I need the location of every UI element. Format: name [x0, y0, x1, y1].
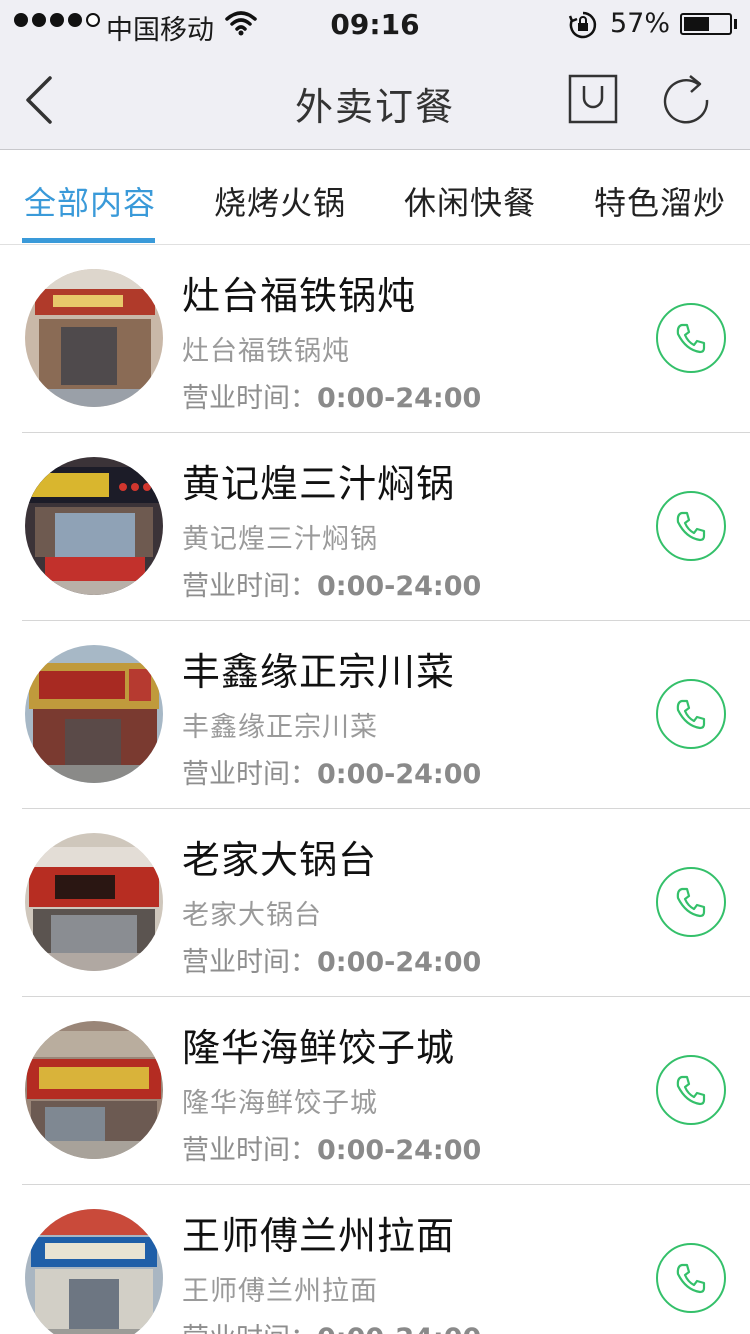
business-hours: 营业时间：0:00-24:00: [182, 1316, 481, 1334]
active-tab-indicator: [22, 238, 155, 243]
refresh-icon[interactable]: [658, 72, 714, 128]
battery-tip: [734, 19, 737, 29]
category-tabs: 全部内容 烧烤火锅 休闲快餐 特色溜炒: [0, 150, 750, 245]
restaurant-photo: [25, 1209, 163, 1334]
phone-icon: [676, 323, 706, 354]
phone-icon: [676, 1075, 706, 1106]
business-hours: 营业时间：0:00-24:00: [182, 752, 481, 791]
tab-all[interactable]: 全部内容: [24, 178, 156, 224]
phone-icon: [676, 1263, 706, 1294]
phone-call-button[interactable]: [656, 491, 726, 561]
restaurant-photo: [25, 269, 163, 407]
list-item[interactable]: 王师傅兰州拉面 王师傅兰州拉面 营业时间：0:00-24:00: [0, 1185, 750, 1334]
phone-call-button[interactable]: [656, 867, 726, 937]
page-title: 外卖订餐: [294, 85, 455, 129]
battery-icon: [680, 13, 732, 35]
hours-value: 0:00-24:00: [317, 759, 482, 790]
restaurant-subtitle: 丰鑫缘正宗川菜: [182, 712, 378, 743]
hours-label: 营业时间：: [182, 759, 317, 790]
hours-label: 营业时间：: [182, 947, 317, 978]
hours-value: 0:00-24:00: [317, 947, 482, 978]
status-bar: 中国移动 09:16 57%: [0, 0, 750, 50]
phone-icon: [676, 887, 706, 918]
phone-icon: [676, 511, 706, 542]
hours-value: 0:00-24:00: [317, 1323, 481, 1334]
list-item[interactable]: 老家大锅台 老家大锅台 营业时间：0:00-24:00: [0, 809, 750, 997]
hours-label: 营业时间：: [182, 1135, 317, 1166]
hours-label: 营业时间：: [182, 571, 317, 602]
list-item[interactable]: 黄记煌三汁焖锅 黄记煌三汁焖锅 营业时间：0:00-24:00: [0, 433, 750, 621]
restaurant-photo: [25, 457, 163, 595]
hours-value: 0:00-24:00: [317, 1135, 482, 1166]
hours-value: 0:00-24:00: [317, 571, 482, 602]
battery-percent: 57%: [610, 8, 671, 39]
restaurant-subtitle: 隆华海鲜饺子城: [182, 1088, 378, 1119]
restaurant-photo: [25, 1021, 163, 1159]
phone-call-button[interactable]: [656, 1243, 726, 1313]
business-hours: 营业时间：0:00-24:00: [182, 564, 481, 603]
list-item[interactable]: 丰鑫缘正宗川菜 丰鑫缘正宗川菜 营业时间：0:00-24:00: [0, 621, 750, 809]
phone-icon: [676, 699, 706, 730]
shopping-bag-icon[interactable]: [568, 74, 618, 124]
phone-call-button[interactable]: [656, 679, 726, 749]
restaurant-subtitle: 王师傅兰州拉面: [182, 1276, 378, 1307]
tab-snack-fastfood[interactable]: 休闲快餐: [404, 178, 536, 224]
restaurant-name: 灶台福铁锅炖: [182, 274, 417, 318]
navigation-bar: 外卖订餐: [0, 50, 750, 150]
phone-call-button[interactable]: [656, 1055, 726, 1125]
restaurant-subtitle: 黄记煌三汁焖锅: [182, 524, 378, 555]
restaurant-photo: [25, 833, 163, 971]
tab-stirfry[interactable]: 特色溜炒: [594, 178, 726, 224]
restaurant-list[interactable]: 灶台福铁锅炖 灶台福铁锅炖 营业时间：0:00-24:00 黄记煌三汁焖锅 黄记…: [0, 245, 750, 1334]
restaurant-photo: [25, 645, 163, 783]
hours-label: 营业时间：: [182, 1323, 317, 1334]
restaurant-name: 老家大锅台: [182, 838, 378, 882]
restaurant-name: 隆华海鲜饺子城: [182, 1026, 456, 1070]
hours-value: 0:00-24:00: [317, 383, 482, 414]
rotation-lock-icon: [568, 10, 598, 47]
restaurant-name: 王师傅兰州拉面: [182, 1214, 456, 1258]
business-hours: 营业时间：0:00-24:00: [182, 1128, 481, 1167]
business-hours: 营业时间：0:00-24:00: [182, 376, 481, 415]
tab-bbq-hotpot[interactable]: 烧烤火锅: [214, 178, 346, 224]
phone-call-button[interactable]: [656, 303, 726, 373]
list-item[interactable]: 灶台福铁锅炖 灶台福铁锅炖 营业时间：0:00-24:00: [0, 245, 750, 433]
restaurant-name: 丰鑫缘正宗川菜: [182, 650, 456, 694]
hours-label: 营业时间：: [182, 383, 317, 414]
restaurant-subtitle: 老家大锅台: [182, 900, 322, 931]
list-item[interactable]: 隆华海鲜饺子城 隆华海鲜饺子城 营业时间：0:00-24:00: [0, 997, 750, 1185]
restaurant-subtitle: 灶台福铁锅炖: [182, 336, 350, 367]
restaurant-name: 黄记煌三汁焖锅: [182, 462, 456, 506]
business-hours: 营业时间：0:00-24:00: [182, 940, 481, 979]
